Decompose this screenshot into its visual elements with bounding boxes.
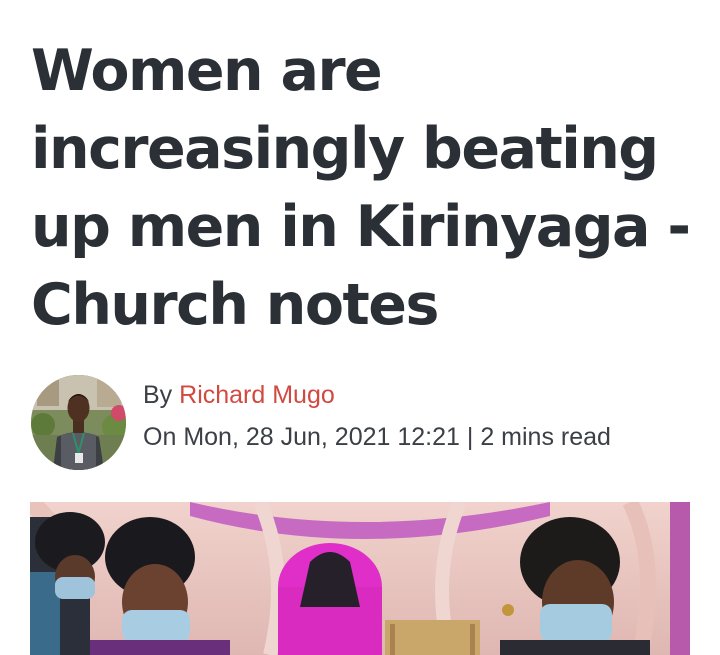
meta-separator: | xyxy=(466,423,474,451)
author-avatar[interactable] xyxy=(31,375,126,470)
date-line: On Mon, 28 Jun, 2021 12:21 | 2 mins read xyxy=(143,423,611,452)
read-time: 2 mins read xyxy=(480,423,611,451)
byline: By Richard Mugo On Mon, 28 Jun, 2021 12:… xyxy=(31,375,691,471)
publish-date: Mon, 28 Jun, 2021 12:21 xyxy=(183,423,460,451)
article-hero-image[interactable] xyxy=(30,502,690,655)
author-photo xyxy=(31,375,126,470)
by-label: By xyxy=(143,381,173,409)
date-prefix: On xyxy=(143,423,177,451)
hero-photo xyxy=(30,502,690,655)
author-line: By Richard Mugo xyxy=(143,381,335,410)
author-link[interactable]: Richard Mugo xyxy=(179,381,335,409)
article-title: Women are increasingly beating up men in… xyxy=(31,38,691,338)
